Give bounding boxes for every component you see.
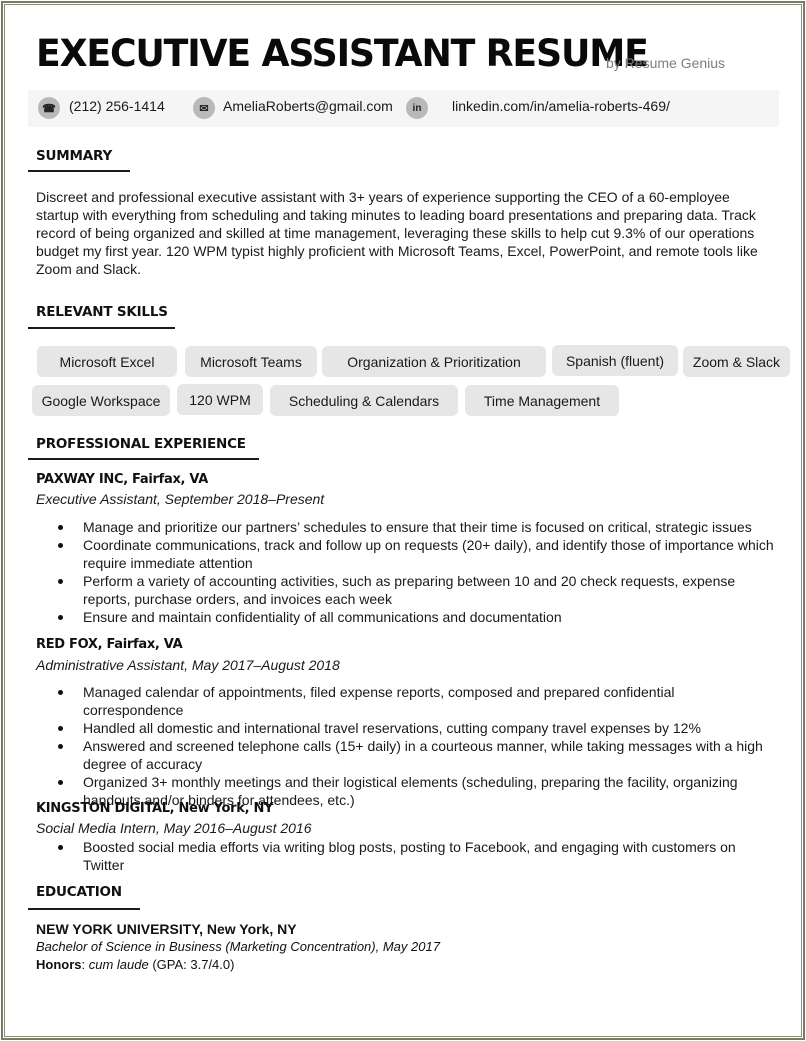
job-company: RED FOX, Fairfax, VA [36,637,183,652]
skill-pill: Spanish (fluent) [552,345,678,376]
honors-latin: cum laude [88,957,149,972]
skill-pill: Microsoft Excel [37,346,177,377]
bullet-item: Coordinate communications, track and fol… [58,536,778,572]
byline: by Resume Genius [606,55,726,71]
skill-pill: Google Workspace [32,385,170,416]
education-heading: EDUCATION [36,884,122,900]
skill-pill: 120 WPM [177,384,263,415]
experience-divider [28,458,259,460]
linkedin-icon: in [406,97,428,119]
bullet-item: Perform a variety of accounting activiti… [58,572,778,608]
job-company: KINGSTON DIGITAL, New York, NY [36,801,274,816]
experience-heading: PROFESSIONAL EXPERIENCE [36,436,246,452]
summary-heading: SUMMARY [36,148,113,164]
bullet-icon [58,726,63,731]
bullet-icon [58,744,63,749]
skill-pill: Scheduling & Calendars [270,385,458,416]
phone-number[interactable]: (212) 256-1414 [69,98,165,114]
honors-gpa: (GPA: 3.7/4.0) [148,957,235,972]
job-role: Social Media Intern, May 2016–August 201… [36,820,312,836]
job-bullets: Managed calendar of appointments, filed … [58,683,778,809]
bullet-item: Ensure and maintain confidentiality of a… [58,608,778,626]
skill-pill: Organization & Prioritization [322,346,546,377]
bullet-item: Boosted social media efforts via writing… [58,838,778,874]
bullet-item: Managed calendar of appointments, filed … [58,683,778,719]
job-company: PAXWAY INC, Fairfax, VA [36,472,209,487]
summary-text: Discreet and professional executive assi… [36,189,758,277]
job-role: Administrative Assistant, May 2017–Augus… [36,657,340,673]
skills-heading: RELEVANT SKILLS [36,304,168,320]
skill-pill: Zoom & Slack [683,346,790,377]
education-divider [28,908,140,910]
skills-divider [28,327,175,329]
email-link[interactable]: AmeliaRoberts@gmail.com [223,98,393,114]
bullet-icon [58,845,63,850]
education-honors: Honors: cum laude (GPA: 3.7/4.0) [36,957,235,972]
job-bullets: Boosted social media efforts via writing… [58,838,778,874]
skill-pill: Microsoft Teams [185,346,317,377]
job-role: Executive Assistant, September 2018–Pres… [36,491,325,507]
bullet-icon [58,780,63,785]
bullet-icon [58,579,63,584]
bullet-item: Answered and screened telephone calls (1… [58,737,778,773]
honors-label: Honors [36,957,82,972]
job-bullets: Manage and prioritize our partners’ sche… [58,518,778,626]
bullet-item: Manage and prioritize our partners’ sche… [58,518,778,536]
bullet-icon [58,690,63,695]
bullet-item: Handled all domestic and international t… [58,719,778,737]
bullet-icon [58,525,63,530]
phone-icon: ☎ [38,97,60,119]
education-degree: Bachelor of Science in Business (Marketi… [36,939,440,954]
linkedin-link[interactable]: linkedin.com/in/amelia-roberts-469/ [452,98,670,114]
mail-icon: ✉ [193,97,215,119]
summary-divider [28,170,130,172]
skill-pill: Time Management [465,385,619,416]
bullet-icon [58,543,63,548]
resume-title: EXECUTIVE ASSISTANT RESUME [36,32,649,75]
education-school: NEW YORK UNIVERSITY, New York, NY [36,921,297,937]
bullet-icon [58,615,63,620]
